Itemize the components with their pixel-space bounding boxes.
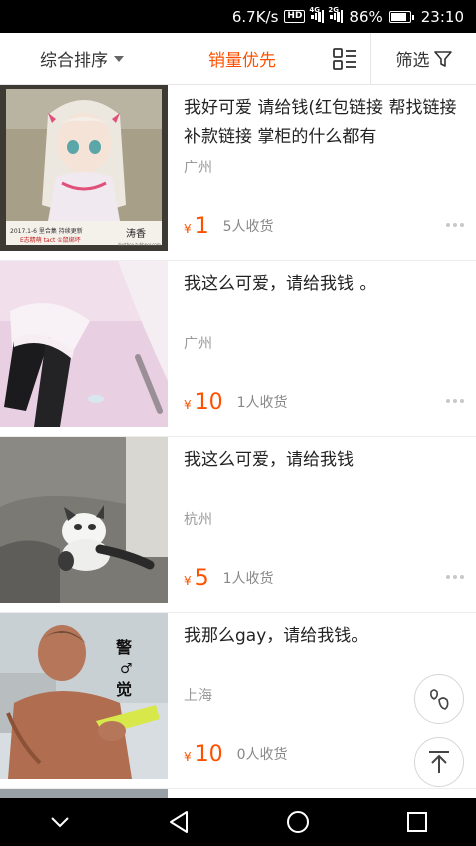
sort-sales-tab[interactable]: 销量优先: [164, 33, 320, 84]
currency-symbol: ¥: [184, 398, 192, 412]
grid-list-icon: [333, 47, 356, 70]
thumb-caption-line2: E志精萌 tact ①鼠绑坏: [20, 236, 81, 244]
more-dots-icon[interactable]: [446, 399, 464, 403]
back-icon: [169, 811, 188, 833]
product-list: 2017.1-6 里合集 持续更新 E志精萌 tact ①鼠绑坏 涛香 dust…: [0, 85, 476, 809]
signal-4g-icon: 4G: [309, 6, 325, 24]
back-button[interactable]: [149, 798, 209, 846]
product-price: 10: [194, 741, 223, 767]
product-title[interactable]: 我这么可爱，请给我钱 。: [184, 270, 464, 299]
back-to-top-icon: [429, 751, 449, 773]
filter-label: 筛选: [395, 51, 430, 71]
thumb-caption-line1: 2017.1-6 里合集 持续更新: [10, 227, 83, 235]
product-price: 1: [194, 213, 209, 239]
product-title[interactable]: 我这么可爱，请给我钱: [184, 446, 464, 475]
home-button[interactable]: [268, 798, 328, 846]
currency-symbol: ¥: [184, 222, 192, 236]
sort-sales-label: 销量优先: [208, 51, 276, 71]
network-speed: 6.7K/s: [231, 7, 279, 26]
recents-button[interactable]: [387, 798, 447, 846]
sold-count: 0人收货: [236, 747, 288, 763]
product-info: 我这么可爱，请给我钱 。 广州 ¥ 10 1人收货: [184, 261, 464, 436]
meme-text-2: ♂: [120, 661, 133, 677]
price-row: ¥ 5 1人收货: [184, 563, 464, 593]
product-thumbnail-anime-girl[interactable]: 2017.1-6 里合集 持续更新 E志精萌 tact ①鼠绑坏 涛香 dust…: [0, 85, 168, 251]
back-to-top-button[interactable]: [414, 737, 464, 787]
home-icon: [286, 811, 309, 833]
product-city: 上海: [184, 688, 212, 704]
product-thumbnail-kitten[interactable]: [0, 437, 168, 603]
product-city: 广州: [184, 336, 212, 352]
sort-comprehensive-tab[interactable]: 综合排序: [0, 33, 164, 84]
system-nav-bar: [0, 798, 476, 846]
footprint-button[interactable]: [414, 674, 464, 724]
sold-count: 1人收货: [236, 395, 288, 411]
product-item[interactable]: 警 ♂ 觉 我那么gay，请给我钱。 上海 ¥ 10 0人收货: [0, 613, 476, 789]
layout-toggle-button[interactable]: [320, 33, 370, 84]
filter-funnel-icon: [433, 50, 452, 67]
currency-symbol: ¥: [184, 574, 192, 588]
product-info: 我好可爱 请给钱(红包链接 帮找链接 补款链接 掌柜的什么都有 广州 ¥ 1 5…: [184, 85, 464, 260]
more-dots-icon[interactable]: [446, 223, 464, 227]
sort-filter-bar: 综合排序 销量优先 筛选: [0, 32, 476, 85]
status-bar: 6.7K/s HD 4G 2G 86% 23:10: [0, 0, 476, 33]
meme-text-1: 警: [115, 638, 132, 657]
product-title[interactable]: 我好可爱 请给钱(红包链接 帮找链接 补款链接 掌柜的什么都有: [184, 94, 464, 152]
product-price: 10: [194, 389, 223, 415]
sort-comprehensive-label: 综合排序: [40, 51, 108, 71]
meme-text-3: 觉: [116, 680, 132, 699]
sold-count: 1人收货: [222, 571, 274, 587]
product-thumbnail-meme[interactable]: 警 ♂ 觉: [0, 613, 168, 779]
battery-percent: 86%: [349, 7, 383, 26]
product-info: 我这么可爱，请给我钱 杭州 ¥ 5 1人收货: [184, 437, 464, 612]
sold-count: 5人收货: [222, 219, 274, 235]
hd-badge: HD: [284, 10, 306, 23]
price-row: ¥ 10 1人收货: [184, 387, 464, 417]
product-price: 5: [194, 565, 209, 591]
battery-icon: [388, 10, 414, 23]
more-dots-icon[interactable]: [446, 575, 464, 579]
chevron-down-icon: [114, 55, 124, 62]
recents-icon: [406, 812, 427, 832]
price-row: ¥ 1 5人收货: [184, 211, 464, 241]
filter-button[interactable]: 筛选: [370, 32, 476, 85]
chevron-down-icon: [50, 817, 69, 828]
clock: 23:10: [420, 7, 464, 26]
thumb-signature: 涛香: [126, 227, 146, 240]
currency-symbol: ¥: [184, 750, 192, 764]
product-thumbnail-stockings[interactable]: [0, 261, 168, 427]
product-city: 广州: [184, 160, 212, 176]
product-title[interactable]: 我那么gay，请给我钱。: [184, 622, 464, 651]
footprint-icon: [430, 689, 449, 710]
thumb-url: dusthou.tuhhnor.com: [118, 242, 161, 247]
product-item[interactable]: 2017.1-6 里合集 持续更新 E志精萌 tact ①鼠绑坏 涛香 dust…: [0, 85, 476, 261]
collapse-button[interactable]: [30, 798, 90, 846]
product-city: 杭州: [184, 512, 212, 528]
signal-2g-icon: 2G: [328, 6, 344, 24]
product-item[interactable]: 我这么可爱，请给我钱 杭州 ¥ 5 1人收货: [0, 437, 476, 613]
product-item[interactable]: 我这么可爱，请给我钱 。 广州 ¥ 10 1人收货: [0, 261, 476, 437]
